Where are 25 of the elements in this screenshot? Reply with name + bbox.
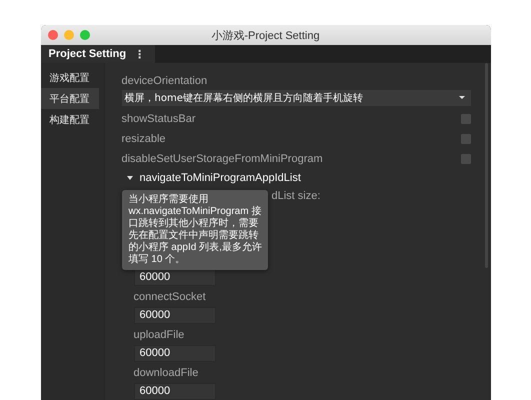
expand-triangle-icon[interactable] (126, 176, 132, 180)
checkbox[interactable] (460, 154, 470, 164)
timeout-field[interactable]: 60000 (134, 344, 216, 362)
timeout-label: uploadFile (134, 328, 186, 343)
timeout-field[interactable]: 60000 (134, 382, 216, 400)
checkbox[interactable] (460, 134, 470, 144)
timeout-label: connectSocket (134, 290, 207, 305)
sidebar-item[interactable]: 游戏配置 (40, 67, 98, 88)
setting-label: disableSetUserStorageFromMiniProgram (122, 152, 323, 167)
sidebar-item[interactable]: 构建配置 (40, 109, 98, 130)
project-setting-tab[interactable]: Project Setting ⋮ (40, 45, 156, 63)
more-menu-icon[interactable]: ⋮ (134, 48, 146, 60)
orientation-dropdown[interactable]: 横屏，home键在屏幕右侧的横屏且方向随着手机旋转 (122, 90, 470, 106)
setting-label: resizable (122, 132, 166, 148)
sidebar-item[interactable]: 平台配置 (40, 88, 98, 109)
timeout-label: downloadFile (134, 366, 200, 381)
caret-icon (458, 96, 464, 100)
setting-label: deviceOrientation (122, 74, 208, 89)
setting-label: showStatusBar (122, 112, 196, 128)
timeout-field[interactable]: 60000 (134, 306, 216, 324)
setting-label: navigateToMiniProgramAppIdList (140, 172, 301, 184)
list-size-label: dList size: (272, 188, 320, 204)
checkbox[interactable] (460, 114, 470, 124)
tooltip: 当小程序需要使用 wx.navigateToMiniProgram 接口跳转到其他小程序时，需要先在配置文件中声明需要跳转的小程序 appId 列表,最多允许填写 10 个。 (122, 190, 268, 270)
window-title: 小游戏-Project Setting (211, 28, 320, 42)
